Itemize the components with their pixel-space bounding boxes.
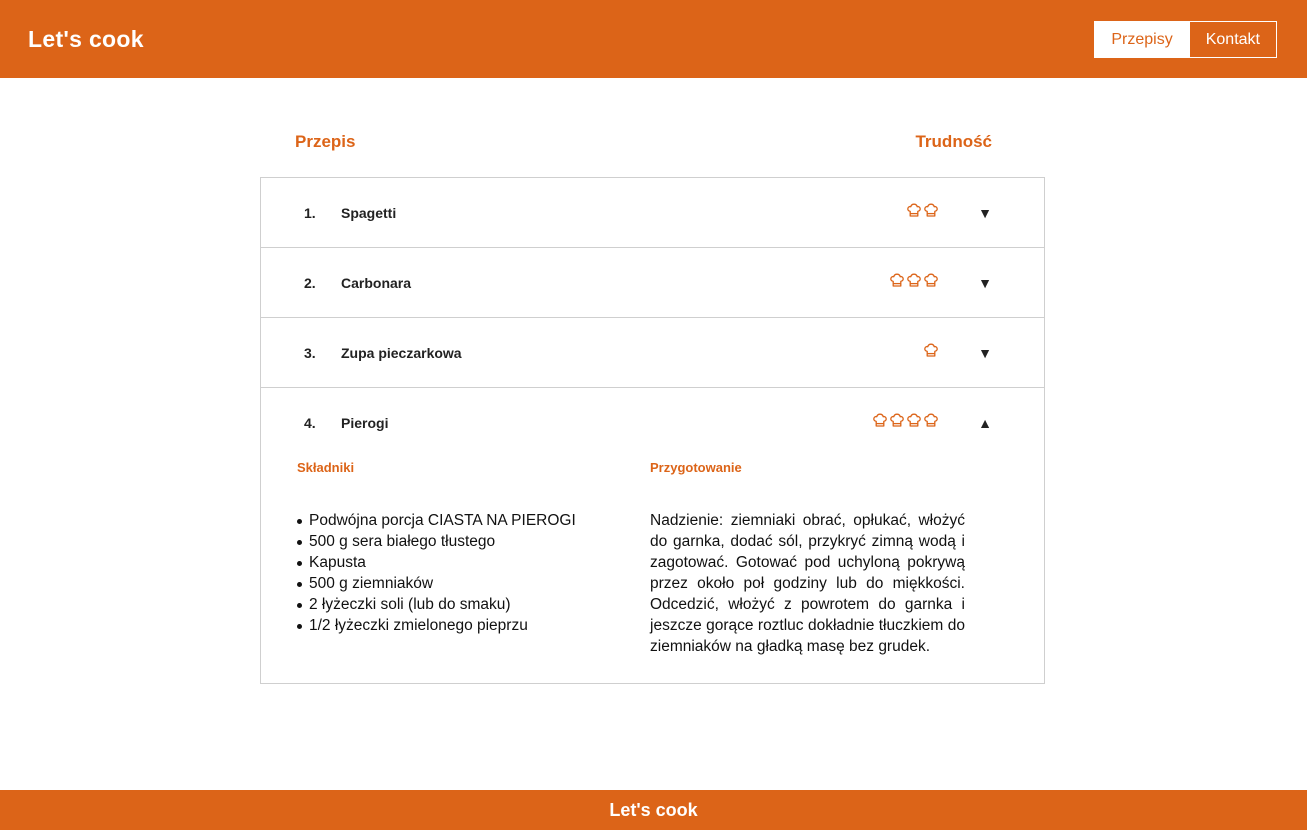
ingredient-item: 500 g sera białego tłustego — [297, 531, 650, 552]
main-nav: Przepisy Kontakt — [1094, 20, 1277, 58]
recipe-table-header: Przepis Trudność — [260, 132, 1045, 152]
recipe-row-pierogi[interactable]: 4. Pierogi ▲ — [261, 388, 1044, 458]
difficulty-rating — [872, 412, 939, 428]
recipe-row-carbonara[interactable]: 2. Carbonara ▼ — [261, 248, 1044, 318]
recipe-name: Carbonara — [341, 274, 412, 291]
expand-arrow-icon[interactable]: ▼ — [977, 275, 993, 291]
top-header: Let's cook Przepisy Kontakt — [0, 0, 1307, 78]
chef-hat-icon — [923, 272, 939, 288]
site-logo[interactable]: Let's cook — [28, 26, 144, 53]
chef-hat-icon — [906, 412, 922, 428]
recipe-row-zupa-pieczarkowa[interactable]: 3. Zupa pieczarkowa ▼ — [261, 318, 1044, 388]
preparation-title: Przygotowanie — [650, 460, 742, 475]
recipe-number: 3. — [304, 344, 316, 361]
column-header-difficulty: Trudność — [915, 132, 992, 151]
chef-hat-icon — [923, 202, 939, 218]
ingredients-title: Składniki — [297, 460, 355, 475]
ingredient-item: 1/2 łyżeczki zmielonego pieprzu — [297, 615, 650, 636]
nav-link-przepisy[interactable]: Przepisy — [1095, 21, 1189, 57]
recipe-number: 4. — [304, 415, 316, 431]
footer-logo: Let's cook — [609, 799, 698, 820]
ingredient-item: 500 g ziemniaków — [297, 573, 650, 594]
recipe-number: 1. — [304, 204, 316, 221]
difficulty-rating — [906, 202, 939, 218]
recipe-list: 1. Spagetti ▼ 2. Carbonara ▼ 3. Zupa pie… — [260, 177, 1045, 684]
page-footer: Let's cook — [0, 790, 1307, 830]
chef-hat-icon — [906, 272, 922, 288]
chef-hat-icon — [923, 412, 939, 428]
expand-arrow-icon[interactable]: ▼ — [977, 345, 993, 361]
chef-hat-icon — [889, 272, 905, 288]
preparation-text: Nadzienie: ziemniaki obrać, opłukać, wło… — [650, 512, 965, 655]
ingredient-item: Kapusta — [297, 552, 650, 573]
ingredient-item: 2 łyżeczki soli (lub do smaku) — [297, 594, 650, 615]
column-header-recipe: Przepis — [295, 132, 356, 151]
collapse-arrow-icon[interactable]: ▲ — [977, 415, 993, 431]
chef-hat-icon — [872, 412, 888, 428]
preparation-section: Przygotowanie Nadzienie: ziemniaki obrać… — [650, 458, 965, 657]
recipe-number: 2. — [304, 274, 316, 291]
chef-hat-icon — [923, 342, 939, 358]
ingredients-section: Składniki Podwójna porcja CIASTA NA PIER… — [297, 458, 650, 657]
recipe-name: Zupa pieczarkowa — [341, 344, 462, 361]
nav-link-kontakt[interactable]: Kontakt — [1188, 21, 1276, 57]
recipe-row-spagetti[interactable]: 1. Spagetti ▼ — [261, 178, 1044, 248]
difficulty-rating — [889, 272, 939, 288]
chef-hat-icon — [889, 412, 905, 428]
expand-arrow-icon[interactable]: ▼ — [977, 205, 993, 221]
recipe-details-pierogi: Składniki Podwójna porcja CIASTA NA PIER… — [261, 458, 1044, 683]
chef-hat-icon — [906, 202, 922, 218]
recipe-name: Spagetti — [341, 204, 397, 221]
ingredient-item: Podwójna porcja CIASTA NA PIEROGI — [297, 510, 650, 531]
recipe-name: Pierogi — [341, 415, 389, 431]
difficulty-rating — [923, 342, 939, 358]
ingredients-list: Podwójna porcja CIASTA NA PIEROGI 500 g … — [297, 510, 650, 636]
